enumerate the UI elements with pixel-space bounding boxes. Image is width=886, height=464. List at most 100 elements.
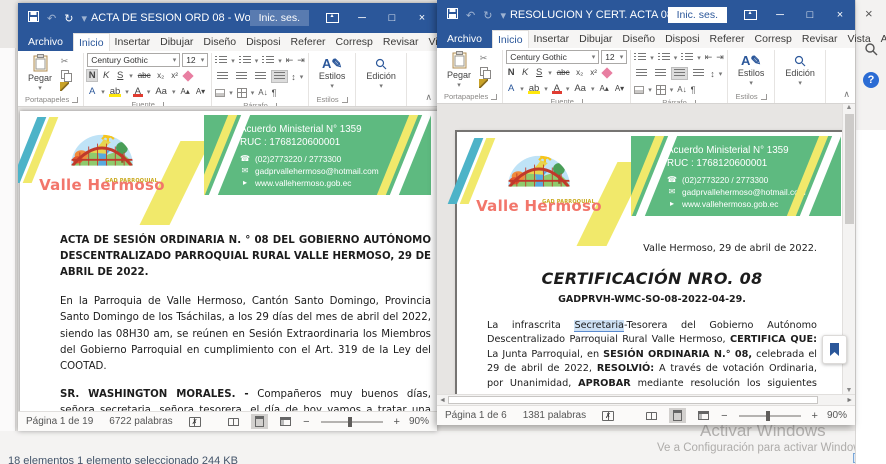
line-spacing-icon[interactable]: ↕	[291, 72, 296, 82]
paste-dropdown-icon[interactable]: ▾	[38, 84, 42, 92]
underline-button[interactable]: S	[534, 67, 544, 78]
subscript-button[interactable]: x₂	[156, 71, 166, 80]
dialog-launcher-icon[interactable]	[342, 97, 348, 103]
tab-revisar[interactable]: Revisar	[378, 33, 424, 51]
tab-insertar[interactable]: Insertar	[110, 33, 156, 51]
help-icon[interactable]: ?	[863, 72, 879, 88]
strikethrough-button[interactable]: abc	[137, 71, 152, 80]
numbered-list-icon[interactable]	[239, 56, 251, 65]
text-effects-button[interactable]: A	[87, 86, 97, 97]
editing-button[interactable]: Edición ▾	[359, 53, 403, 94]
change-case-button[interactable]: Aa	[154, 86, 168, 97]
pilcrow-icon[interactable]: ¶	[691, 85, 696, 95]
highlighted-word[interactable]: Secretaria	[574, 320, 624, 332]
copy-icon[interactable]	[480, 67, 488, 76]
line-spacing-icon[interactable]: ↕	[710, 69, 715, 79]
zoom-out-button[interactable]: −	[721, 410, 727, 422]
copy-icon[interactable]	[61, 70, 69, 79]
scroll-down-icon[interactable]: ▼	[846, 387, 853, 394]
redo-icon[interactable]: ↻	[483, 9, 492, 22]
decrease-indent-icon[interactable]: ⇤	[705, 52, 713, 63]
page-indicator[interactable]: Página 1 de 6	[445, 410, 507, 421]
shading-icon[interactable]	[634, 86, 644, 94]
sort-icon[interactable]: A↓	[677, 85, 686, 94]
qat-customize-icon[interactable]: ▾	[500, 9, 506, 22]
increase-indent-icon[interactable]: ⇥	[716, 52, 724, 63]
font-color-button[interactable]: A	[552, 83, 562, 94]
tab-diseno[interactable]: Diseño	[617, 30, 660, 48]
tab-inicio[interactable]: Inicio	[492, 30, 529, 48]
superscript-button[interactable]: x²	[589, 68, 599, 77]
clear-formatting-icon[interactable]	[601, 67, 612, 78]
word-count[interactable]: 1381 palabras	[523, 410, 586, 421]
tab-dibujar[interactable]: Dibujar	[155, 33, 198, 51]
subscript-button[interactable]: x₂	[575, 68, 585, 77]
bookmark-button[interactable]	[822, 335, 847, 364]
paste-button[interactable]: Pegar ▾	[442, 50, 476, 90]
proofing-icon[interactable]: ✗	[189, 417, 201, 427]
document-page[interactable]: Valle HermosoGAD PARROQUIAL Acuerdo Mini…	[20, 111, 437, 411]
titlebar[interactable]: ↶ ↻ ▾ ACTA DE SESION ORD 08 - Word Inic.…	[18, 3, 437, 33]
scrollbar-thumb[interactable]	[845, 114, 854, 224]
shrink-font-button[interactable]: A▾	[614, 84, 625, 93]
shrink-font-button[interactable]: A▾	[195, 87, 206, 96]
tab-insertar[interactable]: Insertar	[529, 30, 575, 48]
zoom-slider-thumb[interactable]	[348, 417, 352, 427]
font-size-select[interactable]: 12▾	[601, 50, 627, 64]
close-button[interactable]: ×	[825, 0, 855, 30]
undo-icon[interactable]: ↶	[466, 9, 475, 22]
page-indicator[interactable]: Página 1 de 19	[26, 416, 93, 427]
zoom-in-button[interactable]: +	[812, 410, 818, 422]
ribbon-display-options-icon[interactable]: ▴	[317, 3, 347, 33]
tab-disposicion[interactable]: Disposi	[660, 30, 704, 48]
tab-vista[interactable]: Vista	[843, 30, 876, 48]
zoom-out-button[interactable]: −	[303, 416, 309, 428]
bold-button[interactable]: N	[87, 70, 97, 81]
font-name-select[interactable]: Century Gothic▾	[506, 50, 599, 64]
cut-icon[interactable]: ✂	[61, 56, 69, 67]
shading-icon[interactable]	[215, 89, 225, 97]
tab-ayuda[interactable]: Ayuda	[876, 30, 886, 48]
align-left-button[interactable]	[634, 68, 649, 79]
print-layout-button[interactable]	[251, 414, 268, 429]
italic-button[interactable]: K	[520, 67, 530, 78]
zoom-level[interactable]: 90%	[827, 410, 847, 421]
read-mode-button[interactable]	[225, 414, 242, 429]
web-layout-button[interactable]	[695, 408, 712, 423]
align-right-button[interactable]	[253, 71, 268, 82]
document-page[interactable]: Valle HermosoGAD PARROQUIAL Acuerdo Mini…	[455, 130, 849, 394]
tab-revisar[interactable]: Revisar	[797, 30, 843, 48]
save-icon[interactable]	[28, 11, 39, 25]
zoom-in-button[interactable]: +	[394, 416, 400, 428]
bold-button[interactable]: N	[506, 67, 516, 78]
format-painter-icon[interactable]	[479, 79, 488, 88]
tab-diseno[interactable]: Diseño	[198, 33, 241, 51]
grow-font-button[interactable]: A▴	[598, 84, 609, 93]
minimize-button[interactable]: ─	[765, 0, 795, 30]
underline-dropdown-icon[interactable]: ▾	[548, 69, 552, 77]
paste-dropdown-icon[interactable]: ▾	[457, 81, 461, 89]
underline-button[interactable]: S	[115, 70, 125, 81]
grow-font-button[interactable]: A▴	[179, 87, 190, 96]
collapse-ribbon-icon[interactable]: ∧	[843, 89, 850, 100]
tab-archivo[interactable]: Archivo	[18, 33, 73, 51]
sign-in-button[interactable]: Inic. ses.	[668, 7, 727, 23]
text-effects-button[interactable]: A	[506, 83, 516, 94]
sort-icon[interactable]: A↓	[258, 88, 267, 97]
tab-dibujar[interactable]: Dibujar	[574, 30, 617, 48]
format-painter-icon[interactable]	[60, 82, 69, 91]
highlight-button[interactable]: ab	[109, 86, 122, 97]
cut-icon[interactable]: ✂	[480, 53, 488, 64]
tab-correspondencia[interactable]: Corresp	[750, 30, 797, 48]
font-size-select[interactable]: 12▾	[182, 53, 208, 67]
save-icon[interactable]	[447, 8, 458, 22]
italic-button[interactable]: K	[101, 70, 111, 81]
multilevel-list-icon[interactable]	[262, 56, 274, 65]
minimize-button[interactable]: ─	[347, 3, 377, 33]
read-mode-button[interactable]	[643, 408, 660, 423]
numbered-list-icon[interactable]	[658, 53, 670, 62]
multilevel-list-icon[interactable]	[681, 53, 693, 62]
font-name-select[interactable]: Century Gothic▾	[87, 53, 180, 67]
scrollbar-thumb[interactable]	[448, 396, 818, 404]
justify-button[interactable]	[272, 71, 287, 82]
